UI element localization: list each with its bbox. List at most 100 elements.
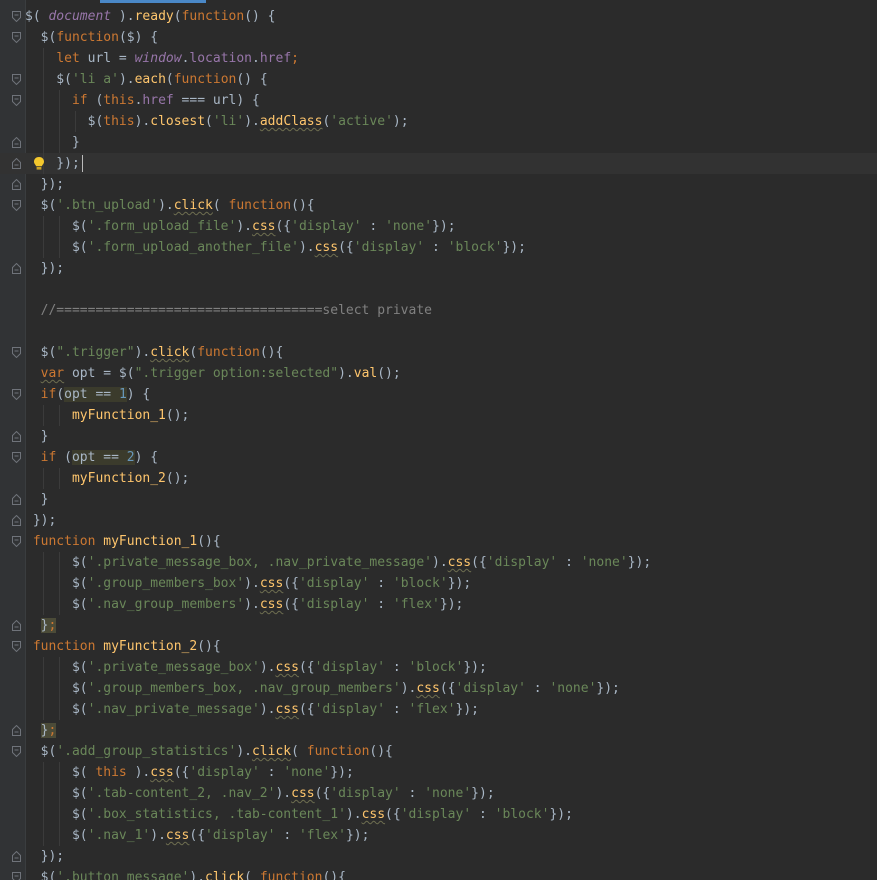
fold-open-icon[interactable] bbox=[12, 872, 21, 880]
code-text[interactable]: $('.group_members_box').css({'display' :… bbox=[25, 573, 471, 594]
fold-close-icon[interactable] bbox=[12, 725, 21, 736]
code-text[interactable]: $('.private_message_box, .nav_private_me… bbox=[25, 552, 651, 573]
code-line[interactable]: $('.private_message_box, .nav_private_me… bbox=[0, 552, 877, 573]
fold-open-icon[interactable] bbox=[12, 536, 21, 547]
code-text[interactable]: $('.btn_upload').click( function(){ bbox=[25, 195, 315, 216]
code-line[interactable]: $(function($) { bbox=[0, 27, 877, 48]
code-text[interactable]: if (opt == 2) { bbox=[25, 447, 158, 468]
code-line[interactable]: $('.nav_group_members').css({'display' :… bbox=[0, 594, 877, 615]
code-line[interactable]: function myFunction_2(){ bbox=[0, 636, 877, 657]
code-line[interactable]: $('.nav_1').css({'display' : 'flex'}); bbox=[0, 825, 877, 846]
code-text[interactable]: }); bbox=[25, 153, 80, 174]
code-line[interactable]: $( document ).ready(function() { bbox=[0, 6, 877, 27]
fold-open-icon[interactable] bbox=[12, 32, 21, 43]
fold-open-icon[interactable] bbox=[12, 641, 21, 652]
code-text[interactable]: $('.group_members_box, .nav_group_member… bbox=[25, 678, 620, 699]
code-text[interactable]: $('.private_message_box').css({'display'… bbox=[25, 657, 487, 678]
code-text[interactable]: $('.button_message').click( function(){ bbox=[25, 867, 346, 880]
code-text[interactable]: $('.form_upload_another_file').css({'dis… bbox=[25, 237, 526, 258]
code-line[interactable] bbox=[0, 321, 877, 342]
fold-open-icon[interactable] bbox=[12, 746, 21, 757]
code-line[interactable]: let url = window.location.href; bbox=[0, 48, 877, 69]
code-line[interactable]: }); bbox=[0, 846, 877, 867]
code-line[interactable]: myFunction_1(); bbox=[0, 405, 877, 426]
fold-open-icon[interactable] bbox=[12, 11, 21, 22]
code-line[interactable]: $('.button_message').click( function(){ bbox=[0, 867, 877, 880]
code-text[interactable]: }); bbox=[25, 174, 65, 195]
code-text[interactable]: }); bbox=[25, 510, 57, 531]
fold-close-icon[interactable] bbox=[12, 515, 21, 526]
code-text[interactable]: $(function($) { bbox=[25, 27, 158, 48]
code-line[interactable]: //==================================sele… bbox=[0, 300, 877, 321]
fold-open-icon[interactable] bbox=[12, 389, 21, 400]
code-line[interactable]: $('.group_members_box').css({'display' :… bbox=[0, 573, 877, 594]
code-line[interactable]: }); bbox=[0, 510, 877, 531]
fold-close-icon[interactable] bbox=[12, 158, 21, 169]
code-line[interactable]: $('.add_group_statistics').click( functi… bbox=[0, 741, 877, 762]
fold-close-icon[interactable] bbox=[12, 620, 21, 631]
code-text[interactable]: $('.add_group_statistics').click( functi… bbox=[25, 741, 393, 762]
code-text[interactable]: } bbox=[25, 489, 49, 510]
fold-open-icon[interactable] bbox=[12, 200, 21, 211]
code-line[interactable]: $('.nav_private_message').css({'display'… bbox=[0, 699, 877, 720]
code-line[interactable]: $('.tab-content_2, .nav_2').css({'displa… bbox=[0, 783, 877, 804]
code-text[interactable]: $('.nav_private_message').css({'display'… bbox=[25, 699, 479, 720]
code-text[interactable]: if (this.href === url) { bbox=[25, 90, 260, 111]
code-text[interactable]: }; bbox=[25, 720, 57, 741]
code-line[interactable]: function myFunction_1(){ bbox=[0, 531, 877, 552]
code-text[interactable]: }; bbox=[25, 615, 57, 636]
code-text[interactable]: $('.box_statistics, .tab-content_1').css… bbox=[25, 804, 573, 825]
code-text[interactable]: //==================================sele… bbox=[25, 300, 432, 321]
code-line[interactable]: }); bbox=[0, 258, 877, 279]
code-text[interactable]: $('.tab-content_2, .nav_2').css({'displa… bbox=[25, 783, 495, 804]
code-text[interactable]: $('.nav_group_members').css({'display' :… bbox=[25, 594, 463, 615]
code-line[interactable]: $('.private_message_box').css({'display'… bbox=[0, 657, 877, 678]
fold-close-icon[interactable] bbox=[12, 137, 21, 148]
code-text[interactable]: } bbox=[25, 426, 49, 447]
fold-open-icon[interactable] bbox=[12, 347, 21, 358]
fold-close-icon[interactable] bbox=[12, 179, 21, 190]
code-line[interactable]: $('.box_statistics, .tab-content_1').css… bbox=[0, 804, 877, 825]
code-text[interactable]: } bbox=[25, 132, 80, 153]
code-line[interactable]: var opt = $(".trigger option:selected").… bbox=[0, 363, 877, 384]
code-line[interactable]: $(".trigger").click(function(){ bbox=[0, 342, 877, 363]
code-text[interactable]: function myFunction_1(){ bbox=[25, 531, 221, 552]
code-line[interactable]: } bbox=[0, 132, 877, 153]
code-text[interactable]: $(this).closest('li').addClass('active')… bbox=[25, 111, 409, 132]
code-line[interactable]: }); bbox=[0, 174, 877, 195]
fold-close-icon[interactable] bbox=[12, 494, 21, 505]
fold-close-icon[interactable] bbox=[12, 431, 21, 442]
fold-open-icon[interactable] bbox=[12, 452, 21, 463]
code-text[interactable]: let url = window.location.href; bbox=[25, 48, 299, 69]
fold-open-icon[interactable] bbox=[12, 74, 21, 85]
code-text[interactable]: if(opt == 1) { bbox=[25, 384, 150, 405]
code-text[interactable]: myFunction_1(); bbox=[25, 405, 189, 426]
code-text[interactable]: myFunction_2(); bbox=[25, 468, 189, 489]
code-text[interactable]: function myFunction_2(){ bbox=[25, 636, 221, 657]
code-text[interactable]: $( this ).css({'display' : 'none'}); bbox=[25, 762, 354, 783]
code-line[interactable]: $( this ).css({'display' : 'none'}); bbox=[0, 762, 877, 783]
code-line[interactable]: $('.btn_upload').click( function(){ bbox=[0, 195, 877, 216]
code-text[interactable]: $('.nav_1').css({'display' : 'flex'}); bbox=[25, 825, 369, 846]
code-text[interactable]: }); bbox=[25, 258, 65, 279]
code-line[interactable]: if (opt == 2) { bbox=[0, 447, 877, 468]
code-text[interactable]: $( document ).ready(function() { bbox=[25, 6, 276, 27]
fold-close-icon[interactable] bbox=[12, 851, 21, 862]
code-line[interactable]: } bbox=[0, 489, 877, 510]
fold-close-icon[interactable] bbox=[12, 263, 21, 274]
code-editor[interactable]: $( document ).ready(function() { $(funct… bbox=[0, 0, 877, 880]
code-text[interactable]: $(".trigger").click(function(){ bbox=[25, 342, 284, 363]
code-line[interactable]: $(this).closest('li').addClass('active')… bbox=[0, 111, 877, 132]
code-line[interactable]: $('.form_upload_file').css({'display' : … bbox=[0, 216, 877, 237]
code-line[interactable]: $('.form_upload_another_file').css({'dis… bbox=[0, 237, 877, 258]
code-line[interactable]: }; bbox=[0, 720, 877, 741]
code-line[interactable]: myFunction_2(); bbox=[0, 468, 877, 489]
code-line[interactable]: $('.group_members_box, .nav_group_member… bbox=[0, 678, 877, 699]
code-text[interactable]: }); bbox=[25, 846, 65, 867]
code-text[interactable]: $('.form_upload_file').css({'display' : … bbox=[25, 216, 456, 237]
code-line[interactable]: if (this.href === url) { bbox=[0, 90, 877, 111]
code-line[interactable]: if(opt == 1) { bbox=[0, 384, 877, 405]
code-line[interactable]: $('li a').each(function() { bbox=[0, 69, 877, 90]
code-line[interactable] bbox=[0, 279, 877, 300]
code-line[interactable]: } bbox=[0, 426, 877, 447]
